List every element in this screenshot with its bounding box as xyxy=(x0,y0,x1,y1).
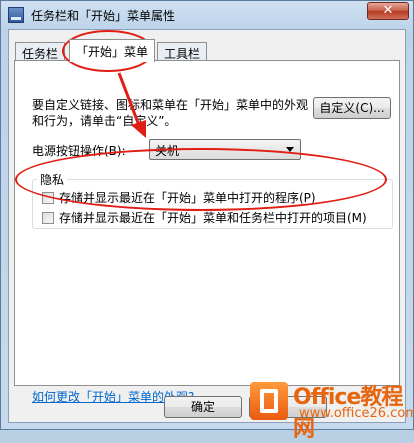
start-menu-panel: 要自定义链接、图标和菜单在「开始」菜单中的外观和行为，请单击“自定义”。 自定义… xyxy=(14,60,400,404)
store-items-option[interactable]: 存储并显示最近在「开始」菜单和任务栏中打开的项目(M) xyxy=(42,209,367,226)
watermark-url: www.office26.com xyxy=(299,406,414,421)
title-bar[interactable]: 任务栏和「开始」菜单属性 ✕ xyxy=(1,1,414,29)
highlight-oval-privacy xyxy=(15,148,387,211)
dialog-client: 任务栏 「开始」菜单 工具栏 要自定义链接、图标和菜单在「开始」菜单中的外观和行… xyxy=(8,29,406,423)
store-items-checkbox[interactable] xyxy=(42,212,54,224)
customize-button[interactable]: 自定义(C)... xyxy=(313,97,391,119)
store-items-label: 存储并显示最近在「开始」菜单和任务栏中打开的项目(M) xyxy=(59,211,367,225)
office-logo-icon xyxy=(250,382,288,420)
properties-window: 任务栏和「开始」菜单属性 ✕ 任务栏 「开始」菜单 工具栏 要自定义链接、图标和… xyxy=(0,0,414,442)
ok-button[interactable]: 确定 xyxy=(164,396,242,418)
taskbar-icon xyxy=(8,7,24,23)
close-button[interactable]: ✕ xyxy=(367,2,409,20)
tab-taskbar[interactable]: 任务栏 xyxy=(15,42,66,61)
customize-description: 要自定义链接、图标和菜单在「开始」菜单中的外观和行为，请单击“自定义”。 xyxy=(32,98,309,128)
tab-toolbars[interactable]: 工具栏 xyxy=(157,42,208,61)
tab-start-menu[interactable]: 「开始」菜单 xyxy=(69,39,156,62)
window-title: 任务栏和「开始」菜单属性 xyxy=(31,9,176,23)
